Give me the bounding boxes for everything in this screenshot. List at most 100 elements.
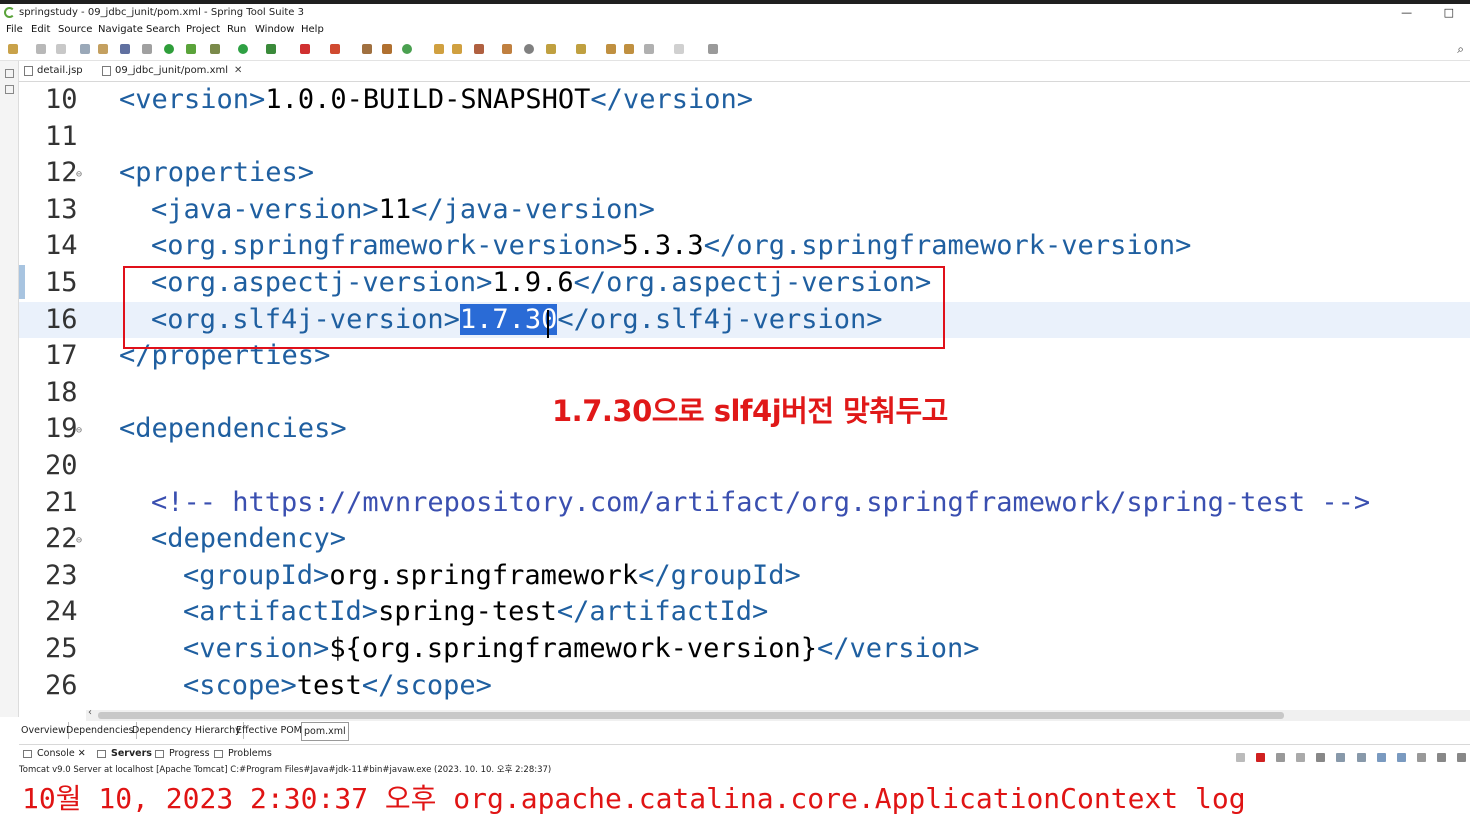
editor-line[interactable]: 10 <version>1.0.0-BUILD-SNAPSHOT</version… xyxy=(19,82,1470,118)
last-edit-icon[interactable] xyxy=(606,44,616,54)
new-class-icon[interactable] xyxy=(402,44,412,54)
editor-line[interactable]: 14 <org.springframework-version>5.3.3</or… xyxy=(19,228,1470,264)
open-type-icon[interactable] xyxy=(98,44,108,54)
xml-source-editor[interactable]: 10 <version>1.0.0-BUILD-SNAPSHOT</version… xyxy=(19,82,1470,710)
next-annotation-icon[interactable] xyxy=(546,44,556,54)
tab-pom-xml[interactable]: 09_jdbc_junit/pom.xml ✕ xyxy=(97,61,247,81)
editor-line[interactable]: 11 xyxy=(19,119,1470,155)
editor-line[interactable]: 22 ⊖ <dependency> xyxy=(19,521,1470,557)
restore-icon[interactable] xyxy=(5,69,14,78)
tab-servers[interactable]: Servers xyxy=(97,745,152,763)
save-icon[interactable] xyxy=(36,44,46,54)
pin-editor-icon[interactable] xyxy=(708,44,718,54)
prev-annotation-icon[interactable] xyxy=(576,44,586,54)
menu-run[interactable]: Run xyxy=(227,22,246,38)
minimize-icon[interactable] xyxy=(1436,753,1446,762)
server-icon[interactable] xyxy=(330,44,340,54)
scroll-lock-icon[interactable] xyxy=(1316,753,1326,762)
remove-all-icon[interactable] xyxy=(1296,753,1306,762)
scrollbar-thumb[interactable] xyxy=(98,712,1284,719)
tab-effective-pom[interactable]: Effective POM xyxy=(234,722,305,739)
editor-line[interactable]: 24 <artifactId>spring-test</artifactId> xyxy=(19,594,1470,630)
open-folder-icon[interactable] xyxy=(434,44,444,54)
run-icon[interactable] xyxy=(238,44,248,54)
console-output[interactable]: 10월 10, 2023 2:30:37 오후 org.apache.catal… xyxy=(19,779,1470,824)
editor-line[interactable]: 23 <groupId>org.springframework</groupId> xyxy=(19,558,1470,594)
editor-line[interactable]: 21 <!-- https://mvnrepository.com/artifac… xyxy=(19,485,1470,521)
close-console-icon[interactable]: ✕ xyxy=(78,748,86,759)
open-file-icon[interactable] xyxy=(452,44,462,54)
stop-icon[interactable] xyxy=(300,44,310,54)
tab-console[interactable]: Console ✕ xyxy=(23,745,86,763)
search-icon[interactable]: ⌕ xyxy=(1457,42,1464,57)
show-on-output-icon[interactable] xyxy=(1356,753,1366,762)
progress-icon xyxy=(155,750,164,758)
minimized-views-strip xyxy=(0,61,19,717)
menu-window[interactable]: Window xyxy=(255,22,294,38)
editor-line[interactable]: 12 ⊖ <properties> xyxy=(19,155,1470,191)
xml-tag: </scope> xyxy=(361,669,492,701)
editor-line[interactable]: 13 <java-version>11</java-version> xyxy=(19,192,1470,228)
back-icon[interactable] xyxy=(644,44,654,54)
word-wrap-icon[interactable] xyxy=(1336,753,1346,762)
fold-toggle-icon[interactable]: ⊖ xyxy=(76,157,82,193)
tab-dependency-hierarchy[interactable]: Dependency Hierarchy xyxy=(130,722,244,739)
horizontal-scrollbar[interactable]: ‹ xyxy=(86,707,1470,721)
editor-line[interactable]: 26 <scope>test</scope> xyxy=(19,668,1470,704)
tab-overview[interactable]: Overview xyxy=(19,722,69,739)
new-icon[interactable] xyxy=(8,44,18,54)
menu-project[interactable]: Project xyxy=(186,22,220,38)
forward-edit-icon[interactable] xyxy=(624,44,634,54)
remove-launch-icon[interactable] xyxy=(1276,753,1286,762)
print-icon[interactable] xyxy=(80,44,90,54)
new-package-icon[interactable] xyxy=(382,44,392,54)
terminate-icon[interactable] xyxy=(1256,753,1266,762)
open-console-icon[interactable] xyxy=(1416,753,1426,762)
xml-file-icon xyxy=(102,66,111,76)
tab-progress[interactable]: Progress xyxy=(155,745,210,763)
terminal-icon[interactable] xyxy=(120,44,130,54)
display-console-icon[interactable] xyxy=(1396,753,1406,762)
line-code: <org.springframework-version>5.3.3</org.… xyxy=(151,228,1191,264)
fold-toggle-icon[interactable]: ⊖ xyxy=(76,523,82,559)
menu-search[interactable]: Search xyxy=(146,22,180,38)
menu-navigate[interactable]: Navigate xyxy=(98,22,143,38)
menu-edit[interactable]: Edit xyxy=(31,22,50,38)
spring-icon[interactable] xyxy=(186,44,196,54)
xml-value: 5.3.3 xyxy=(622,230,704,262)
maximize-icon[interactable] xyxy=(1457,753,1466,762)
menu-help[interactable]: Help xyxy=(301,22,324,38)
clear-console-icon[interactable] xyxy=(1235,753,1245,762)
line-number: 16 xyxy=(45,303,78,335)
package-explorer-icon[interactable] xyxy=(5,85,14,94)
new-project-icon[interactable] xyxy=(362,44,372,54)
tab-pom-source[interactable]: pom.xml xyxy=(301,722,349,741)
line-number: 14 xyxy=(45,230,78,262)
xml-tag: </java-version> xyxy=(411,193,655,225)
editor-line[interactable]: 20 xyxy=(19,448,1470,484)
line-code: <!-- https://mvnrepository.com/artifact/… xyxy=(151,485,1370,521)
scroll-left-icon[interactable]: ‹ xyxy=(88,707,92,718)
pin-console-icon[interactable] xyxy=(1376,753,1386,762)
window-controls[interactable]: — □ xyxy=(1401,4,1468,22)
save-all-icon[interactable] xyxy=(56,44,66,54)
tab-dependencies[interactable]: Dependencies xyxy=(64,722,137,739)
line-number: 12 xyxy=(45,157,78,189)
tab-problems[interactable]: Problems xyxy=(214,745,272,763)
console-icon xyxy=(23,750,32,758)
xml-tag: <groupId> xyxy=(183,559,330,591)
tab-detail-jsp[interactable]: detail.jsp xyxy=(19,61,87,81)
pen-icon[interactable] xyxy=(474,44,484,54)
forward-icon[interactable] xyxy=(674,44,684,54)
globe-icon[interactable] xyxy=(524,44,534,54)
close-tab-icon[interactable]: ✕ xyxy=(234,65,242,76)
run-external-icon[interactable] xyxy=(266,44,276,54)
fold-toggle-icon[interactable]: ⊖ xyxy=(76,413,82,449)
menu-source[interactable]: Source xyxy=(58,22,92,38)
debug-icon[interactable] xyxy=(210,44,220,54)
skip-breakpoints-icon[interactable] xyxy=(142,44,152,54)
editor-line[interactable]: 25 <version>${org.springframework-version… xyxy=(19,631,1470,667)
boot-dashboard-icon[interactable] xyxy=(164,44,174,54)
menu-file[interactable]: File xyxy=(6,22,23,38)
task-icon[interactable] xyxy=(502,44,512,54)
